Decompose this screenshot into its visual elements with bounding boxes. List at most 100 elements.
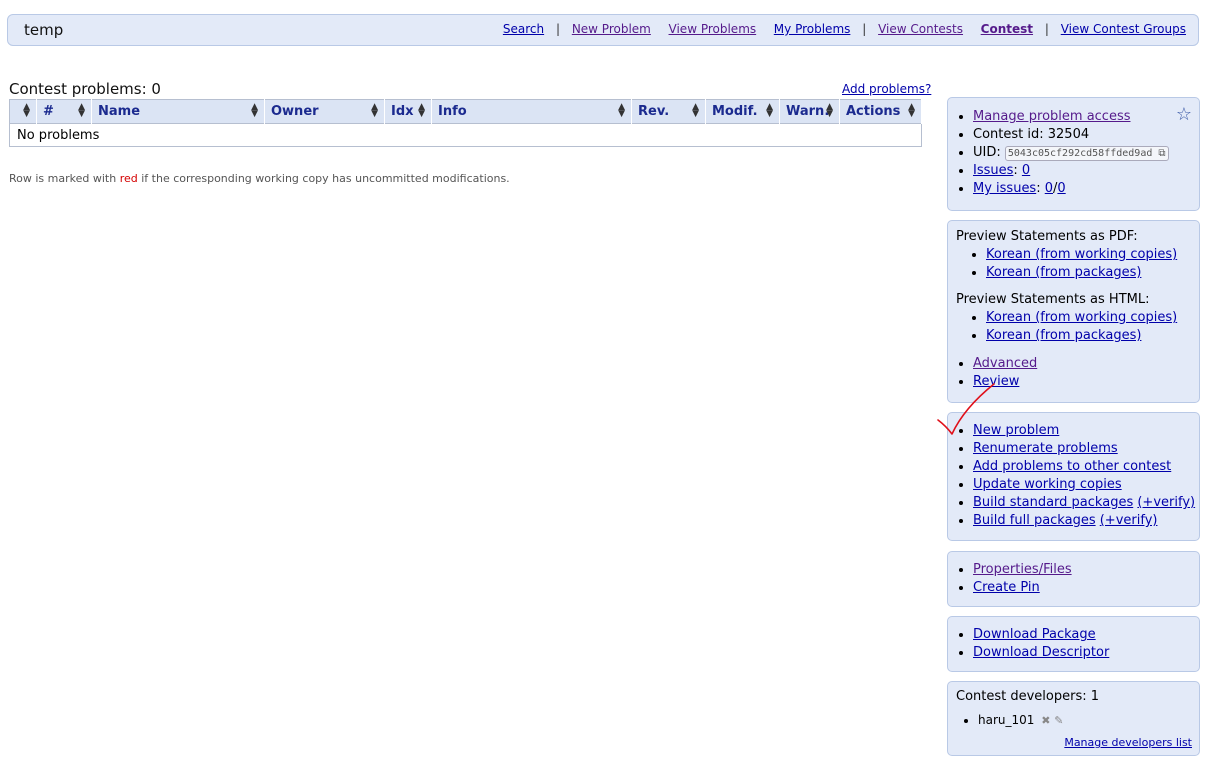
legend-note: Row is marked with red if the correspond… <box>9 172 510 185</box>
list-item: Korean (from packages) <box>986 264 1199 282</box>
empty-table-message: No problems <box>9 123 922 147</box>
column-header-idx[interactable]: Idx ▲ ▼ <box>384 99 432 124</box>
update-working-copies-link[interactable]: Update working copies <box>973 477 1122 492</box>
properties-box: Properties/Files Create Pin <box>947 551 1200 607</box>
nav-view-contest-groups-link[interactable]: View Contest Groups <box>1061 22 1186 36</box>
my-issues-total-link[interactable]: 0 <box>1057 181 1065 196</box>
list-item: Build standard packages (+verify) <box>973 494 1199 512</box>
list-item: Renumerate problems <box>973 440 1199 458</box>
nav-view-contests-link[interactable]: View Contests <box>878 22 963 36</box>
new-problem-link[interactable]: New problem <box>973 423 1059 438</box>
list-item: Update working copies <box>973 476 1199 494</box>
sort-arrows-icon: ▲ ▼ <box>23 102 30 119</box>
manage-problem-access-link[interactable]: Manage problem access <box>973 109 1131 124</box>
list-item: Manage problem access <box>973 108 1199 126</box>
star-icon[interactable]: ☆ <box>1176 104 1192 125</box>
list-item: Download Package <box>973 626 1199 644</box>
create-pin-link[interactable]: Create Pin <box>973 580 1040 595</box>
remove-icon[interactable]: ✖ <box>1041 714 1050 727</box>
build-standard-verify-link[interactable]: (+verify) <box>1137 495 1195 510</box>
column-header-actions[interactable]: Actions ▲ ▼ <box>839 99 922 124</box>
issues-link[interactable]: Issues <box>973 163 1013 178</box>
list-item: UID: 5043c05cf292cd58ffded9ad ⧉ <box>973 144 1199 162</box>
contest-info-box: ☆ Manage problem access Contest id: 3250… <box>947 97 1200 211</box>
list-item: Issues: 0 <box>973 162 1199 180</box>
html-preview-caption: Preview Statements as HTML: <box>956 292 1150 307</box>
build-full-verify-link[interactable]: (+verify) <box>1100 513 1158 528</box>
page-title: temp <box>24 21 64 39</box>
contest-actions-box: New problem Renumerate problems Add prob… <box>947 412 1200 541</box>
list-item: Properties/Files <box>973 561 1199 579</box>
nav-search-link[interactable]: Search <box>503 22 544 36</box>
column-header-owner[interactable]: Owner ▲ ▼ <box>264 99 385 124</box>
nav-my-problems-link[interactable]: My Problems <box>774 22 851 36</box>
column-header-rev[interactable]: Rev. ▲ ▼ <box>631 99 706 124</box>
advanced-link[interactable]: Advanced <box>973 356 1037 371</box>
developers-caption: Contest developers: 1 <box>956 689 1100 704</box>
column-header-name[interactable]: Name ▲ ▼ <box>91 99 265 124</box>
sort-arrows-icon: ▲ ▼ <box>251 102 258 119</box>
copy-icon[interactable]: ⧉ <box>1158 148 1165 159</box>
list-item: Build full packages (+verify) <box>973 512 1199 530</box>
properties-files-link[interactable]: Properties/Files <box>973 562 1072 577</box>
my-issues-link[interactable]: My issues <box>973 181 1036 196</box>
list-item: New problem <box>973 422 1199 440</box>
sort-arrows-icon: ▲ ▼ <box>618 102 625 119</box>
list-item: Contest id: 32504 <box>973 126 1199 144</box>
nav-new-problem-link[interactable]: New Problem <box>572 22 651 36</box>
pdf-working-copies-link[interactable]: Korean (from working copies) <box>986 247 1177 262</box>
column-header-select[interactable]: ▲ ▼ <box>9 99 37 124</box>
sort-arrows-icon: ▲ ▼ <box>371 102 378 119</box>
sort-arrows-icon: ▲ ▼ <box>692 102 699 119</box>
downloads-box: Download Package Download Descriptor <box>947 616 1200 672</box>
problems-table: ▲ ▼ # ▲ ▼ Name ▲ ▼ Owner ▲ ▼ Idx ▲ ▼ Info ▲ ▼ Rev. ▲… <box>9 99 922 147</box>
preview-statements-box: Preview Statements as PDF: Korean (from … <box>947 220 1200 403</box>
nav-separator: | <box>555 22 560 36</box>
list-item: Korean (from working copies) <box>986 309 1199 327</box>
top-header-bar: temp Search | New Problem View Problems … <box>7 14 1199 46</box>
nav-separator: | <box>1044 22 1049 36</box>
build-full-packages-link[interactable]: Build full packages <box>973 513 1096 528</box>
list-item: Korean (from packages) <box>986 327 1199 345</box>
sort-arrows-icon: ▲ ▼ <box>908 102 915 119</box>
sort-arrows-icon: ▲ ▼ <box>766 102 773 119</box>
sort-arrows-icon: ▲ ▼ <box>826 102 833 119</box>
uid-value[interactable]: 5043c05cf292cd58ffded9ad ⧉ <box>1004 146 1169 161</box>
list-item: Korean (from working copies) <box>986 246 1199 264</box>
list-item: Download Descriptor <box>973 644 1199 662</box>
add-problems-to-other-contest-link[interactable]: Add problems to other contest <box>973 459 1171 474</box>
contest-id-value: 32504 <box>1047 127 1090 142</box>
list-item: Add problems to other contest <box>973 458 1199 476</box>
renumerate-problems-link[interactable]: Renumerate problems <box>973 441 1118 456</box>
sort-arrows-icon: ▲ ▼ <box>78 102 85 119</box>
developers-box: Contest developers: 1 haru_101 ✖ ✎ Manag… <box>947 681 1200 756</box>
list-item: My issues: 0/0 <box>973 180 1199 198</box>
developer-name: haru_101 <box>978 713 1035 727</box>
pdf-packages-link[interactable]: Korean (from packages) <box>986 265 1141 280</box>
column-header-number[interactable]: # ▲ ▼ <box>36 99 92 124</box>
add-problems-link[interactable]: Add problems? <box>842 82 931 96</box>
top-nav: Search | New Problem View Problems My Pr… <box>503 22 1186 36</box>
nav-contest-link[interactable]: Contest <box>981 22 1033 36</box>
manage-developers-link[interactable]: Manage developers list <box>1064 736 1192 749</box>
list-item: Review <box>973 373 1199 391</box>
list-item: Advanced <box>973 355 1199 373</box>
nav-separator: | <box>862 22 867 36</box>
list-item: haru_101 ✖ ✎ <box>978 711 1199 730</box>
build-standard-packages-link[interactable]: Build standard packages <box>973 495 1133 510</box>
issues-count-link[interactable]: 0 <box>1022 163 1030 178</box>
download-descriptor-link[interactable]: Download Descriptor <box>973 645 1109 660</box>
column-header-info[interactable]: Info ▲ ▼ <box>431 99 632 124</box>
my-issues-open-link[interactable]: 0 <box>1045 181 1053 196</box>
pencil-icon[interactable]: ✎ <box>1054 714 1063 727</box>
list-item: Create Pin <box>973 579 1199 597</box>
column-header-warn[interactable]: Warn. ▲ ▼ <box>779 99 840 124</box>
download-package-link[interactable]: Download Package <box>973 627 1096 642</box>
html-packages-link[interactable]: Korean (from packages) <box>986 328 1141 343</box>
html-working-copies-link[interactable]: Korean (from working copies) <box>986 310 1177 325</box>
nav-view-problems-link[interactable]: View Problems <box>669 22 757 36</box>
pdf-preview-caption: Preview Statements as PDF: <box>956 229 1138 244</box>
table-row: No problems <box>9 123 922 147</box>
column-header-modif[interactable]: Modif. ▲ ▼ <box>705 99 780 124</box>
review-link[interactable]: Review <box>973 374 1019 389</box>
